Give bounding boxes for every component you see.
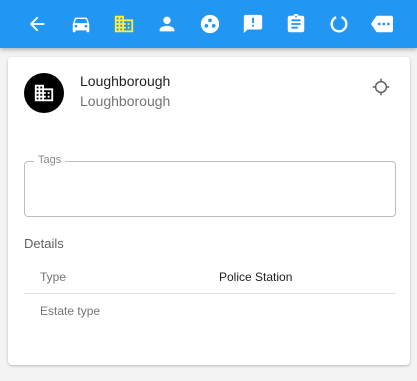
locate-button[interactable] [370,76,392,98]
details-heading: Details [24,236,64,251]
details-row: Estate type [24,295,396,328]
building-icon [34,84,54,102]
report-icon [243,14,262,34]
locations-button[interactable] [102,0,145,48]
details-key: Type [40,270,67,284]
location-card: Loughborough Loughborough Tags Details T… [8,57,410,365]
details-value: Police Station [219,270,293,284]
tags-label: Tags [34,154,66,166]
people-button[interactable] [145,0,188,48]
status-button[interactable] [317,0,360,48]
details-key: Estate type [40,304,101,318]
loading-icon [329,15,348,33]
details-row: Type Police Station [24,261,396,294]
building-icon [114,15,133,33]
back-button[interactable] [15,0,59,48]
groups-button[interactable] [188,0,231,48]
more-button[interactable] [360,0,403,48]
tags-field[interactable] [24,161,396,217]
crosshair-icon [372,78,390,96]
group-icon [200,14,219,34]
top-toolbar [0,0,417,48]
tasks-button[interactable] [274,0,317,48]
more-icon [370,15,393,33]
location-subtitle: Loughborough [80,93,171,109]
location-title: Loughborough [80,73,171,89]
car-icon [72,17,89,33]
reports-button[interactable] [231,0,274,48]
location-avatar [24,73,64,113]
person-icon [159,16,174,32]
vehicles-button[interactable] [59,0,102,48]
clipboard-icon [287,13,304,33]
back-arrow-icon [29,16,45,32]
